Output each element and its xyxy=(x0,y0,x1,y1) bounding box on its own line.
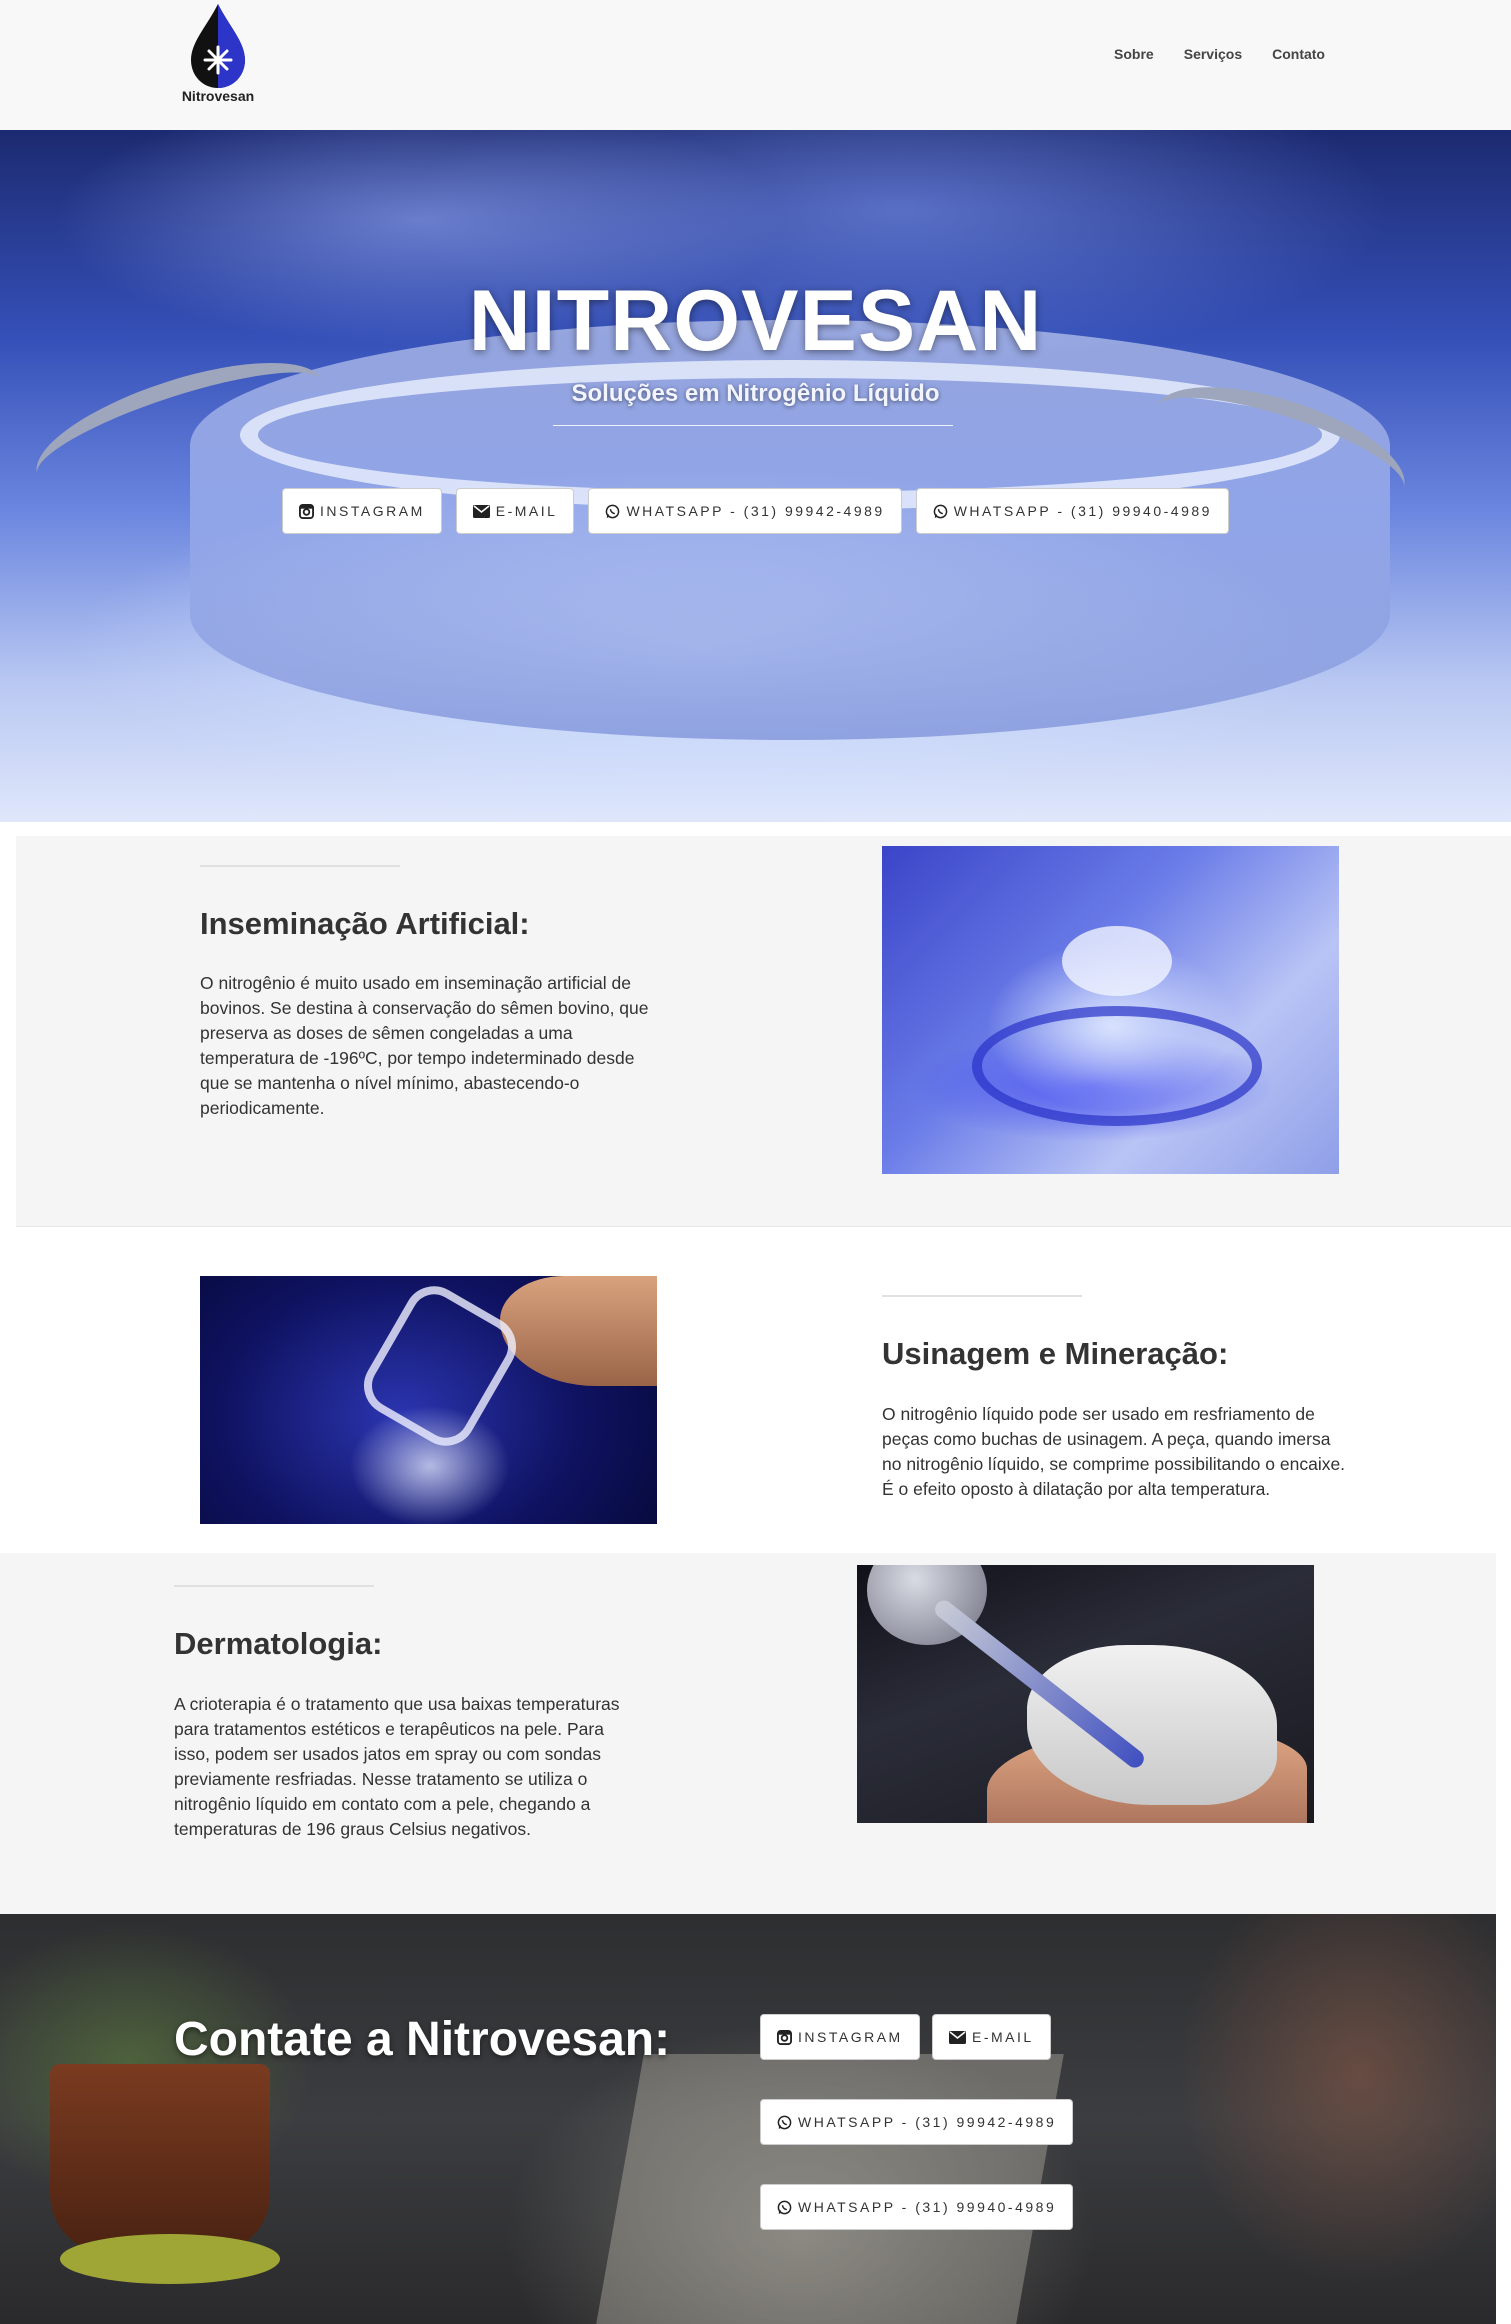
instagram-button[interactable]: INSTAGRAM xyxy=(282,488,442,534)
nav-link-sobre[interactable]: Sobre xyxy=(1114,46,1154,62)
hero-section: NITROVESAN Soluções em Nitrogênio Líquid… xyxy=(0,130,1511,822)
section-dermatologia: Dermatologia: A crioterapia é o tratamen… xyxy=(0,1553,1496,1914)
whatsapp-icon xyxy=(777,2200,792,2214)
nitrogen-drop-logo-icon xyxy=(191,4,245,88)
nav-link-contato[interactable]: Contato xyxy=(1272,46,1325,62)
hero-title: NITROVESAN xyxy=(468,273,1043,369)
whatsapp-button-1-label: WHATSAPP - (31) 99942-4989 xyxy=(626,503,885,519)
whatsapp-icon xyxy=(606,504,620,518)
section-usinagem: Usinagem e Mineração: O nitrogênio líqui… xyxy=(0,1227,1511,1553)
section-rule xyxy=(200,865,400,867)
section-rule xyxy=(882,1295,1082,1297)
whatsapp-icon xyxy=(777,2115,792,2129)
section-text: A crioterapia é o tratamento que usa bai… xyxy=(174,1694,620,1839)
usinagem-image xyxy=(200,1276,657,1524)
logo[interactable]: Nitrovesan xyxy=(178,0,258,115)
contact-email-label: E-MAIL xyxy=(972,2029,1034,2045)
envelope-icon xyxy=(949,2030,966,2044)
whatsapp-button-2-label: WHATSAPP - (31) 99940-4989 xyxy=(953,503,1212,519)
section-rule xyxy=(174,1585,374,1587)
section-heading: Inseminação Artificial: xyxy=(200,906,530,941)
hero-subtitle: Soluções em Nitrogênio Líquido xyxy=(571,380,940,407)
contact-whatsapp-1-label: WHATSAPP - (31) 99942-4989 xyxy=(798,2114,1057,2130)
section-heading: Usinagem e Mineração: xyxy=(882,1336,1229,1371)
hero-divider xyxy=(553,425,953,426)
contact-whatsapp-2-label: WHATSAPP - (31) 99940-4989 xyxy=(798,2199,1057,2215)
section-text: O nitrogênio é muito usado em inseminaçã… xyxy=(200,973,649,1118)
contact-instagram-label: INSTAGRAM xyxy=(798,2029,903,2045)
contact-whatsapp-button-2[interactable]: WHATSAPP - (31) 99940-4989 xyxy=(760,2184,1074,2230)
whatsapp-button-1[interactable]: WHATSAPP - (31) 99942-4989 xyxy=(588,488,902,534)
nav-links: Sobre Serviços Contato xyxy=(1114,46,1325,62)
email-button[interactable]: E-MAIL xyxy=(455,488,575,534)
instagram-button-label: INSTAGRAM xyxy=(320,503,425,519)
email-button-label: E-MAIL xyxy=(495,503,558,519)
instagram-icon xyxy=(299,503,315,519)
section-heading: Dermatologia: xyxy=(174,1626,383,1661)
contact-whatsapp-button-1[interactable]: WHATSAPP - (31) 99942-4989 xyxy=(760,2099,1074,2145)
whatsapp-icon xyxy=(933,504,948,518)
instagram-icon xyxy=(777,2029,792,2045)
section-inseminacao: Inseminação Artificial: O nitrogênio é m… xyxy=(16,836,1511,1227)
nav-link-servicos[interactable]: Serviços xyxy=(1184,46,1242,62)
envelope-icon xyxy=(472,504,490,518)
whatsapp-button-2[interactable]: WHATSAPP - (31) 99940-4989 xyxy=(915,488,1229,534)
navbar: Nitrovesan Sobre Serviços Contato xyxy=(0,0,1511,131)
contact-instagram-button[interactable]: INSTAGRAM xyxy=(760,2014,920,2060)
dermatologia-image xyxy=(857,1565,1314,1823)
contact-title: Contate a Nitrovesan: xyxy=(174,2013,671,2066)
hero-buttons: INSTAGRAM E-MAIL WHATSAPP - (31) 99942-4… xyxy=(0,488,1511,534)
contact-email-button[interactable]: E-MAIL xyxy=(932,2014,1051,2060)
section-text: O nitrogênio líquido pode ser usado em r… xyxy=(882,1404,1346,1499)
logo-text: Nitrovesan xyxy=(181,88,255,104)
inseminacao-image xyxy=(882,846,1339,1174)
contact-section: Contate a Nitrovesan: INSTAGRAM E-MAIL W… xyxy=(0,1914,1496,2324)
